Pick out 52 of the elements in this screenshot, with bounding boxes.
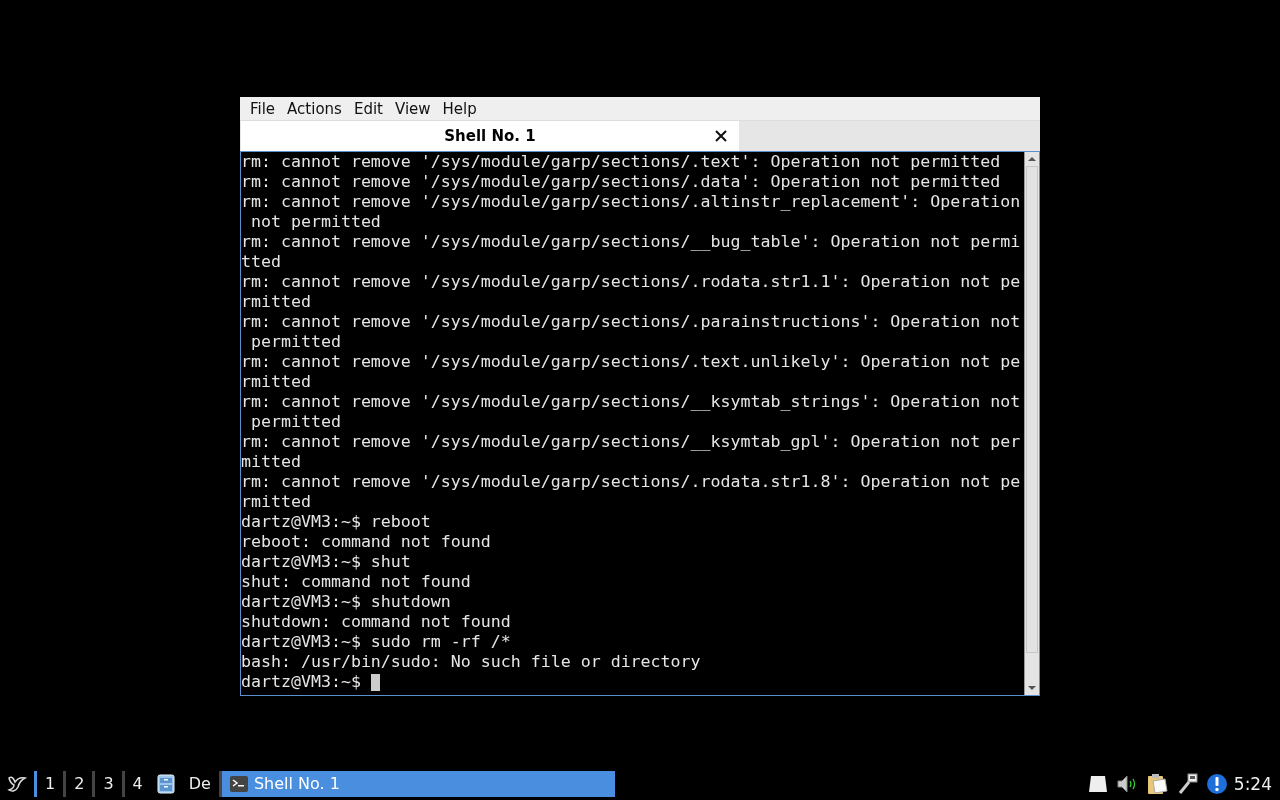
terminal-line: rm: cannot remove '/sys/module/garp/sections/.altinstr_replacement': Operation [241, 192, 1021, 212]
tab[interactable]: Shell No. 1 [241, 121, 739, 151]
terminal-line: shutdown: command not found [241, 612, 511, 632]
terminal-line: shut: command not found [241, 572, 471, 592]
terminal-line: dartz@VM3:~$ shut [241, 552, 411, 572]
menu-item[interactable]: Help [436, 99, 483, 118]
clock: 5:24 [1232, 773, 1273, 794]
info-icon[interactable] [1205, 772, 1228, 795]
speaker-icon[interactable] [1115, 773, 1138, 794]
terminal-line: rm: cannot remove '/sys/module/garp/sections/.data': Operation not permitted [241, 172, 1001, 192]
terminal-line: bash: /usr/bin/sudo: No such file or directory [241, 652, 701, 672]
menu-item[interactable]: File [244, 99, 282, 118]
terminal-line: rmitted [241, 292, 311, 312]
terminal-line: rm: cannot remove '/sys/module/garp/sections/.parainstructions': Operation not [241, 312, 1021, 332]
terminal-line: reboot: command not found [241, 532, 491, 552]
workspace-button[interactable]: 1 [34, 770, 64, 797]
clipboard-icon[interactable] [1145, 772, 1168, 795]
terminal-line: tted [241, 252, 281, 272]
scrollbar[interactable] [1024, 152, 1039, 695]
terminal-line: rm: cannot remove '/sys/module/garp/sections/.text.unlikely': Operation not pe [241, 352, 1021, 372]
scroll-up-icon[interactable] [1026, 154, 1038, 164]
terminal-line: permitted [250, 332, 341, 352]
terminal-line: rm: cannot remove '/sys/module/garp/sections/__ksymtab_strings': Operation not [241, 392, 1021, 412]
terminal-line: rmitted [241, 372, 311, 392]
scrollbar-thumb[interactable] [1026, 166, 1038, 653]
terminal-line: rmitted [241, 492, 311, 512]
menu-item[interactable]: Edit [347, 99, 389, 118]
terminal-line: dartz@VM3:~$ reboot [241, 512, 431, 532]
terminal-line: rm: cannot remove '/sys/module/garp/sections/__bug_table': Operation not permi [241, 232, 1021, 252]
terminal-line: dartz@VM3:~$ sudo rm -rf /* [241, 632, 511, 652]
terminal-line: dartz@VM3:~$ shutdown [241, 592, 451, 612]
drive-icon[interactable] [1087, 774, 1108, 793]
terminal-line: rm: cannot remove '/sys/module/garp/sections/.rodata.str1.8': Operation not pe [241, 472, 1021, 492]
desktop-label[interactable]: De [180, 774, 219, 793]
menu-item[interactable]: View [388, 99, 437, 118]
workspace-button[interactable]: 3 [92, 770, 122, 797]
terminal-line: dartz@VM3:~$ [241, 672, 362, 692]
scroll-down-icon[interactable] [1026, 683, 1038, 693]
workspace-button[interactable]: 2 [63, 770, 93, 797]
terminal-line: rm: cannot remove '/sys/module/garp/sections/__ksymtab_gpl': Operation not per [241, 432, 1021, 452]
terminal-line: rm: cannot remove '/sys/module/garp/sections/.rodata.str1.1': Operation not pe [241, 272, 1021, 292]
workspace-button[interactable]: 4 [121, 770, 151, 797]
file-cabinet-icon[interactable] [156, 773, 175, 794]
menu-item[interactable]: Actions [281, 99, 348, 118]
terminal-line: permitted [250, 412, 341, 432]
terminal-icon [229, 775, 248, 792]
terminal-line: not permitted [250, 212, 381, 232]
terminal-line: rm: cannot remove '/sys/module/garp/sections/.text': Operation not permitted [241, 152, 1001, 172]
tab-label: Shell No. 1 [444, 127, 536, 145]
text-cursor [370, 673, 380, 691]
close-icon[interactable] [715, 130, 727, 142]
terminal-line: mitted [241, 452, 301, 472]
